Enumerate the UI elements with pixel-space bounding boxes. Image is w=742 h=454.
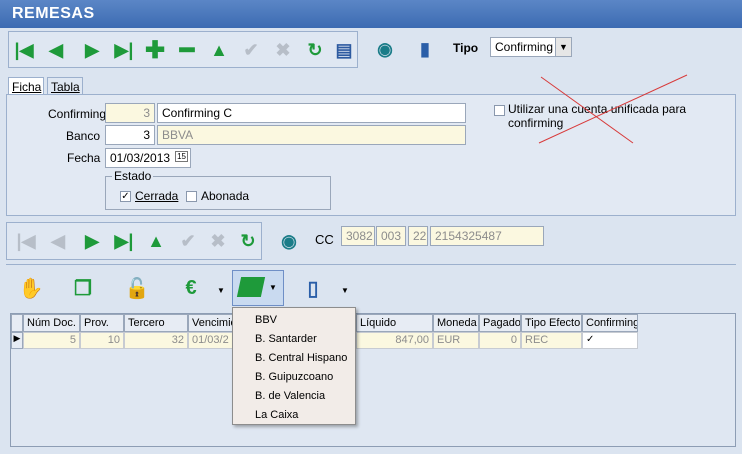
next-line-icon[interactable]: ▶ <box>79 228 105 254</box>
query-hand-icon[interactable]: ✋ <box>18 275 44 301</box>
grid-header-moneda[interactable]: Moneda <box>433 314 479 332</box>
cancel-line-icon[interactable]: ✖ <box>205 228 231 254</box>
menu-item-valencia[interactable]: B. de Valencia <box>233 387 355 406</box>
current-row-icon: ▶ <box>11 332 23 349</box>
menu-item-bbv[interactable]: BBV <box>233 311 355 330</box>
form-panel: Confirming 3 Confirming C Banco 3 BBVA F… <box>6 74 736 216</box>
grid-header-num-doc[interactable]: Núm Doc. <box>23 314 80 332</box>
confirm-line-icon[interactable]: ✔ <box>175 228 201 254</box>
cell-liquido[interactable]: 847,00 <box>356 332 433 349</box>
previous-line-icon[interactable]: ◀ <box>45 228 71 254</box>
cerrada-label: Cerrada <box>135 189 179 203</box>
last-record-icon[interactable]: ▶| <box>111 37 137 63</box>
cerrada-checkbox[interactable]: ✓ <box>120 189 131 203</box>
refresh-line-icon[interactable]: ↻ <box>235 228 261 254</box>
cell-num-doc[interactable]: 5 <box>23 332 80 349</box>
card-icon <box>236 277 266 297</box>
signal-icon[interactable]: ◉ <box>372 36 398 62</box>
fecha-label: Fecha <box>67 151 101 165</box>
first-line-icon[interactable]: |◀ <box>13 228 39 254</box>
chevron-down-icon[interactable]: ▼ <box>269 283 277 292</box>
chevron-down-icon[interactable]: ▼ <box>338 277 352 303</box>
menu-item-guipuzcoano[interactable]: B. Guipuzcoano <box>233 368 355 387</box>
grid-header-tipo-efecto[interactable]: Tipo Efecto <box>521 314 582 332</box>
cuenta-unificada-checkbox[interactable] <box>494 103 505 117</box>
cc-entidad-field[interactable]: 3082 <box>341 226 375 246</box>
estado-label: Estado <box>112 169 154 183</box>
card-dropdown-button[interactable]: ▼ <box>232 270 284 306</box>
cell-confirming[interactable]: ✓ <box>582 332 638 349</box>
action-toolbar-divider <box>6 264 736 265</box>
window-title: REMESAS <box>0 0 742 28</box>
last-line-icon[interactable]: ▶| <box>111 228 137 254</box>
abonada-checkbox[interactable] <box>186 189 197 203</box>
grid-header-pagado[interactable]: Pagado <box>479 314 521 332</box>
grid-header-tercero[interactable]: Tercero <box>124 314 188 332</box>
fecha-field[interactable]: 01/03/2013 15 <box>105 148 191 168</box>
cell-tercero[interactable]: 32 <box>124 332 188 349</box>
disabled-cross-mark <box>538 74 688 144</box>
estado-group: Estado ✓ Cerrada Abonada <box>105 169 331 210</box>
grid-header-liquido[interactable]: Líquido <box>356 314 433 332</box>
row-indicator-header <box>11 314 23 332</box>
nav-toolbar: |◀ ◀ ▶ ▶| ✚ ━ ▲ ✔ ✖ ↻ ▤ <box>8 31 358 68</box>
list-icon[interactable]: ▤ <box>331 37 357 63</box>
abonada-label: Abonada <box>201 189 250 203</box>
grid-header-confirming[interactable]: Confirming <box>582 314 638 332</box>
tipo-select[interactable]: Confirming ▼ <box>490 37 572 57</box>
detail-nav-toolbar: |◀ ◀ ▶ ▶| ▲ ✔ ✖ ↻ <box>6 222 262 260</box>
tipo-select-value: Confirming <box>495 40 554 54</box>
export-document-icon[interactable]: ▯ <box>300 275 326 301</box>
calendar-icon[interactable]: 15 <box>175 151 188 162</box>
group-documents-icon[interactable]: ❐ <box>70 275 96 301</box>
cards-euro-icon[interactable]: € <box>178 275 204 301</box>
confirming-name-field[interactable]: Confirming C <box>157 103 466 123</box>
unlock-icon[interactable]: 🔓 <box>124 275 150 301</box>
grid-header-prov[interactable]: Prov. <box>80 314 124 332</box>
cell-tipo-efecto[interactable]: REC <box>521 332 582 349</box>
cell-moneda[interactable]: EUR <box>433 332 479 349</box>
tab-ficha[interactable]: Ficha <box>8 77 44 95</box>
menu-item-santarder[interactable]: B. Santarder <box>233 330 355 349</box>
tipo-label: Tipo <box>453 41 479 55</box>
edit-icon[interactable]: ▲ <box>206 37 232 63</box>
bank-dropdown-menu: BBV B. Santarder B. Central Hispano B. G… <box>232 307 356 425</box>
menu-item-la-caixa[interactable]: La Caixa <box>233 406 355 425</box>
cc-dc-field[interactable]: 22 <box>408 226 428 246</box>
cc-oficina-field[interactable]: 003 <box>376 226 406 246</box>
cancel-icon[interactable]: ✖ <box>270 37 296 63</box>
next-record-icon[interactable]: ▶ <box>79 37 105 63</box>
tab-tabla[interactable]: Tabla <box>47 77 83 94</box>
first-record-icon[interactable]: |◀ <box>11 37 37 63</box>
confirming-label: Confirming <box>48 107 107 121</box>
edit-line-icon[interactable]: ▲ <box>143 228 169 254</box>
cell-pagado[interactable]: 0 <box>479 332 521 349</box>
cc-label: CC <box>315 232 334 247</box>
add-icon[interactable]: ✚ <box>142 37 168 64</box>
chevron-down-icon[interactable]: ▼ <box>214 277 228 303</box>
exit-door-icon[interactable]: ▮ <box>412 36 438 62</box>
check-icon: ✓ <box>120 191 131 203</box>
banco-label: Banco <box>66 129 101 143</box>
confirming-code-field[interactable]: 3 <box>105 103 155 123</box>
cc-cuenta-field[interactable]: 2154325487 <box>430 226 544 246</box>
menu-item-central-hispano[interactable]: B. Central Hispano <box>233 349 355 368</box>
previous-record-icon[interactable]: ◀ <box>43 37 69 63</box>
delete-icon[interactable]: ━ <box>174 37 200 64</box>
cell-prov[interactable]: 10 <box>80 332 124 349</box>
banco-code-field[interactable]: 3 <box>105 125 155 145</box>
chevron-down-icon[interactable]: ▼ <box>555 38 571 56</box>
banco-name-field[interactable]: BBVA <box>157 125 466 145</box>
signal-icon[interactable]: ◉ <box>276 228 302 254</box>
refresh-icon[interactable]: ↻ <box>302 37 328 63</box>
confirm-icon[interactable]: ✔ <box>238 37 264 63</box>
